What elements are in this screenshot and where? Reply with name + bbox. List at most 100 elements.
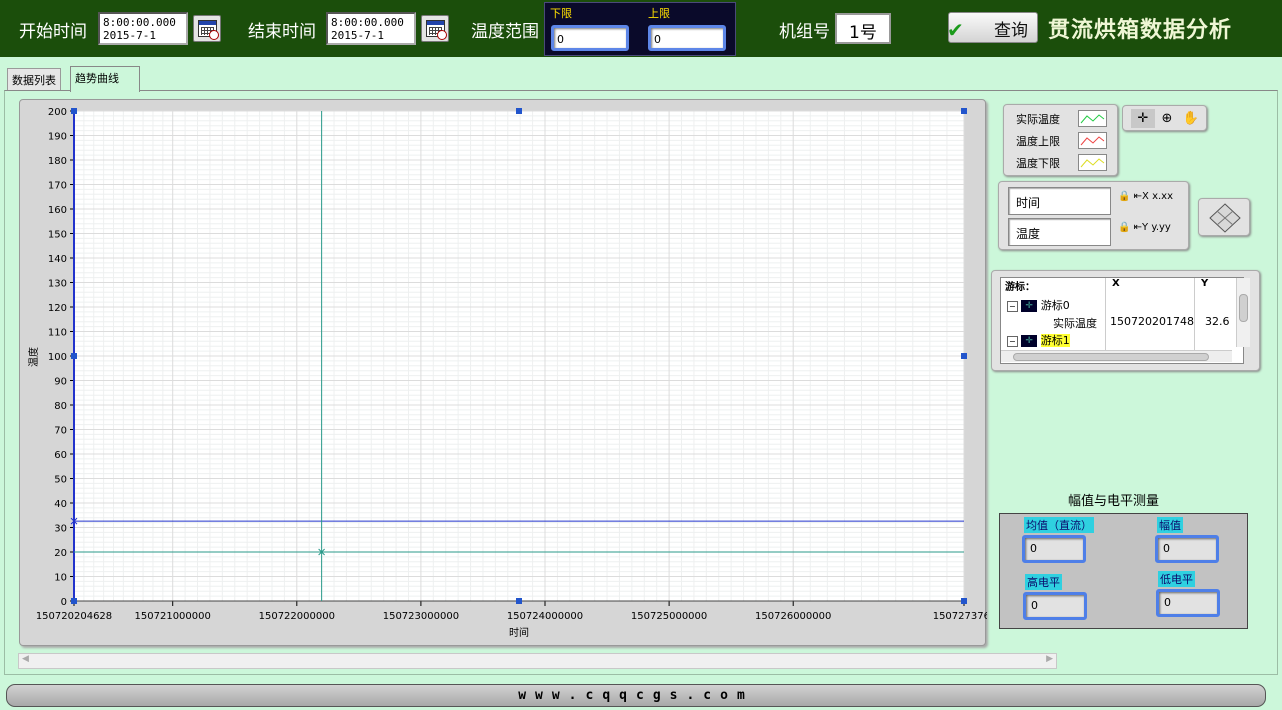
pan-tool[interactable]: ✋ — [1179, 109, 1203, 128]
x-axis-name-field[interactable]: 时间 — [1008, 187, 1111, 215]
clock-icon — [209, 30, 219, 40]
y-tick-label: 190 — [48, 132, 67, 143]
scroll-right-icon[interactable]: ▶ — [1046, 654, 1053, 664]
check-icon: ✔ — [947, 18, 964, 42]
y-axis-name-field[interactable]: 温度 — [1008, 218, 1111, 246]
legend-swatch-upper[interactable] — [1078, 132, 1107, 149]
legend-label-upper: 温度上限 — [1016, 135, 1060, 148]
end-time-label: 结束时间 — [248, 22, 316, 42]
cursor-vscroll-thumb[interactable] — [1239, 294, 1248, 322]
legend-swatch-actual[interactable] — [1078, 110, 1107, 127]
app-title: 贯流烘箱数据分析 — [1048, 17, 1233, 43]
y-tick-label: 30 — [54, 524, 67, 535]
resize-handle[interactable] — [516, 108, 522, 114]
y-tick-label: 0 — [61, 597, 67, 608]
lock-icon[interactable]: 🔒 — [1118, 222, 1130, 233]
crosshair-icon: ✛ — [1137, 111, 1149, 126]
zoom-tool[interactable]: ⊕ — [1155, 109, 1179, 128]
end-calendar-button[interactable] — [421, 15, 449, 42]
lower-limit-input[interactable]: 0 — [551, 25, 629, 51]
legend-swatch-lower[interactable] — [1078, 154, 1107, 171]
y-tick-label: 120 — [48, 303, 67, 314]
lock-icon[interactable]: 🔒 — [1118, 191, 1130, 202]
resize-handle[interactable] — [71, 108, 77, 114]
tab-data-list[interactable]: 数据列表 — [7, 68, 61, 90]
x-tick-label: 150724000000 — [507, 611, 583, 622]
tab-data-list-label: 数据列表 — [12, 74, 56, 87]
y-axis: 0 10 20 30 40 50 60 70 80 90 100 110 120 130 140 150 160… — [48, 107, 75, 608]
resize-handle[interactable] — [71, 598, 77, 604]
cursor-header-name: 游标： — [1005, 278, 1035, 298]
end-time-input[interactable]: 8:00:00.000 2015-7-1 — [326, 12, 416, 45]
amplitude-value: 0 — [1155, 535, 1219, 563]
cursor-0-name: 游标0 — [1040, 299, 1070, 312]
cursor-vscroll[interactable] — [1236, 278, 1250, 347]
end-time-value: 8:00:00.000 — [331, 16, 404, 29]
x-autoscale-icon[interactable]: ⇤X — [1134, 191, 1149, 202]
x-format-button[interactable]: x.xx — [1152, 191, 1173, 202]
cursor-move-tool[interactable]: ✛ — [1131, 109, 1155, 128]
trend-chart[interactable]: 0 10 20 30 40 50 60 70 80 90 100 110 120 130 140 150 160… — [20, 100, 987, 647]
y-tick-label: 160 — [48, 205, 67, 216]
y-tick-label: 60 — [54, 450, 67, 461]
cursor-header-y: Y — [1201, 278, 1209, 298]
resize-handle[interactable] — [71, 353, 77, 359]
mean-value: 0 — [1022, 535, 1086, 563]
y-tick-label: 140 — [48, 254, 67, 265]
start-time-input[interactable]: 8:00:00.000 2015-7-1 — [98, 12, 188, 45]
x-axis: 150720204628 150721000000 150722000000 1507… — [36, 600, 987, 622]
cursor-row-1[interactable]: − ✛ 游标1 — [1007, 332, 1070, 348]
tab-trend-curve-label: 趋势曲线 — [75, 72, 119, 85]
tab-trend-curve[interactable]: 趋势曲线 — [70, 66, 140, 92]
high-level-value: 0 — [1023, 592, 1087, 620]
y-autoscale-icon[interactable]: ⇤Y — [1134, 222, 1149, 233]
upper-limit-input[interactable]: 0 — [648, 25, 726, 51]
resize-handle[interactable] — [516, 598, 522, 604]
start-date-value: 2015-7-1 — [103, 29, 156, 42]
cursor-row-0[interactable]: − ✛ 游标0 — [1007, 297, 1070, 313]
cursor-hscroll-thumb[interactable] — [1013, 353, 1209, 361]
graph-palette: ✛ ⊕ ✋ — [1122, 105, 1207, 131]
cursor-plot-row: 实际温度 — [1053, 315, 1097, 331]
footer-banner: www.cqqcgs.com — [6, 684, 1266, 707]
high-level-label: 高电平 — [1025, 574, 1062, 590]
resize-handle[interactable] — [961, 598, 967, 604]
collapse-icon[interactable]: − — [1007, 336, 1018, 347]
clock-icon — [437, 30, 447, 40]
low-level-value: 0 — [1156, 589, 1220, 617]
zoom-icon: ⊕ — [1161, 111, 1173, 126]
start-calendar-button[interactable] — [193, 15, 221, 42]
unit-label: 机组号 — [779, 22, 830, 42]
major-grid — [73, 110, 965, 602]
y-format-button[interactable]: y.yy — [1151, 222, 1171, 233]
x-axis-title: 时间 — [509, 626, 529, 639]
panel-hscroll[interactable]: ◀ ▶ — [18, 653, 1057, 669]
amplitude-label: 幅值 — [1157, 517, 1183, 533]
start-time-label: 开始时间 — [19, 22, 87, 42]
y-tick-label: 20 — [54, 548, 67, 559]
measurement-panel: 均值（直流） 0 幅值 0 高电平 0 低电平 0 — [999, 513, 1248, 629]
collapse-icon[interactable]: − — [1007, 301, 1018, 312]
y-tick-label: 50 — [54, 475, 67, 486]
cursor-header-x: X — [1112, 278, 1120, 298]
cursor-move-button[interactable] — [1198, 198, 1250, 236]
y-tick-label: 90 — [54, 377, 67, 388]
cursor-0-y: 32.6 — [1205, 315, 1230, 328]
resize-handle[interactable] — [961, 108, 967, 114]
plot-legend[interactable]: 实际温度 温度上限 温度下限 — [1003, 104, 1118, 176]
scroll-left-icon[interactable]: ◀ — [22, 654, 29, 664]
query-button-label: 查询 — [994, 21, 1028, 41]
waveform-graph: 0 10 20 30 40 50 60 70 80 90 100 110 120 130 140 150 160… — [19, 99, 987, 647]
unit-select[interactable]: 1号 — [835, 13, 891, 44]
end-date-value: 2015-7-1 — [331, 29, 384, 42]
y-tick-label: 10 — [54, 573, 67, 584]
cursor-legend[interactable]: 游标： X Y − ✛ 游标0 实际温度 150720201748 32.6 −… — [991, 270, 1260, 371]
y-tick-label: 100 — [48, 352, 67, 363]
x-tick-label: 150726000000 — [755, 611, 831, 622]
x-tick-label: 150723000000 — [383, 611, 459, 622]
query-button[interactable]: ✔ 查询 — [947, 12, 1038, 43]
y-tick-label: 80 — [54, 401, 67, 412]
resize-handle[interactable] — [961, 353, 967, 359]
x-tick-label: 150720204628 — [36, 611, 112, 622]
cursor-hscroll[interactable] — [1001, 350, 1232, 362]
